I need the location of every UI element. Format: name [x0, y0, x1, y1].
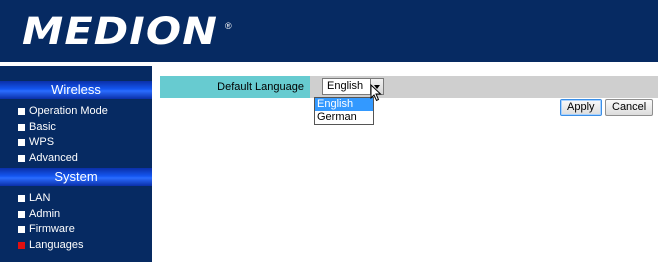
sidebar-item-label: LAN: [29, 192, 51, 204]
sidebar-item-lan[interactable]: LAN: [18, 191, 50, 205]
bullet-icon: [18, 225, 25, 233]
active-bullet-icon: [18, 241, 25, 249]
sidebar-item-wps[interactable]: WPS: [18, 135, 54, 149]
sidebar-item-label: WPS: [29, 136, 55, 148]
bullet-icon: [18, 194, 25, 202]
cancel-button[interactable]: Cancel: [605, 99, 654, 116]
logo-brand-text: MEDION: [22, 10, 218, 53]
default-language-label: Default Language: [160, 76, 310, 98]
sidebar-item-firmware[interactable]: Firmware: [18, 222, 75, 236]
sidebar-item-operation-mode[interactable]: Operation Mode: [18, 104, 108, 118]
default-language-row: Default Language English: [160, 76, 658, 98]
language-dropdown-list: English German: [314, 97, 374, 125]
bullet-icon: [18, 154, 25, 162]
sidebar-item-languages[interactable]: Languages: [18, 238, 83, 252]
router-admin-page: MEDION ® Wireless Operation Mode Basic W…: [0, 0, 658, 262]
sidebar-item-admin[interactable]: Admin: [18, 207, 60, 221]
sidebar-item-label: Firmware: [29, 223, 75, 235]
option-english[interactable]: English: [315, 98, 373, 111]
option-german[interactable]: German: [315, 111, 373, 124]
registered-mark: ®: [225, 21, 232, 31]
sidebar-nav: Wireless Operation Mode Basic WPS Advanc…: [0, 66, 152, 262]
bullet-icon: [18, 107, 25, 115]
bullet-icon: [18, 123, 25, 131]
sidebar-item-advanced[interactable]: Advanced: [18, 151, 78, 165]
sidebar-item-label: Operation Mode: [29, 105, 108, 117]
header-bar: MEDION ®: [0, 0, 658, 62]
sidebar-section-system: System: [0, 168, 152, 186]
bullet-icon: [18, 138, 25, 146]
apply-button[interactable]: Apply: [560, 99, 602, 116]
sidebar-item-basic[interactable]: Basic: [18, 120, 56, 134]
sidebar-item-label: Advanced: [29, 152, 78, 164]
sidebar-item-label: Basic: [29, 121, 56, 133]
language-select-value: English: [327, 80, 364, 92]
main-content: Default Language English English German …: [152, 66, 658, 262]
medion-logo: MEDION ®: [22, 12, 232, 52]
mouse-pointer-icon: [370, 84, 382, 102]
sidebar-item-label: Languages: [29, 239, 84, 251]
bullet-icon: [18, 210, 25, 218]
sidebar-item-label: Admin: [29, 208, 61, 220]
sidebar-section-wireless: Wireless: [0, 81, 152, 99]
